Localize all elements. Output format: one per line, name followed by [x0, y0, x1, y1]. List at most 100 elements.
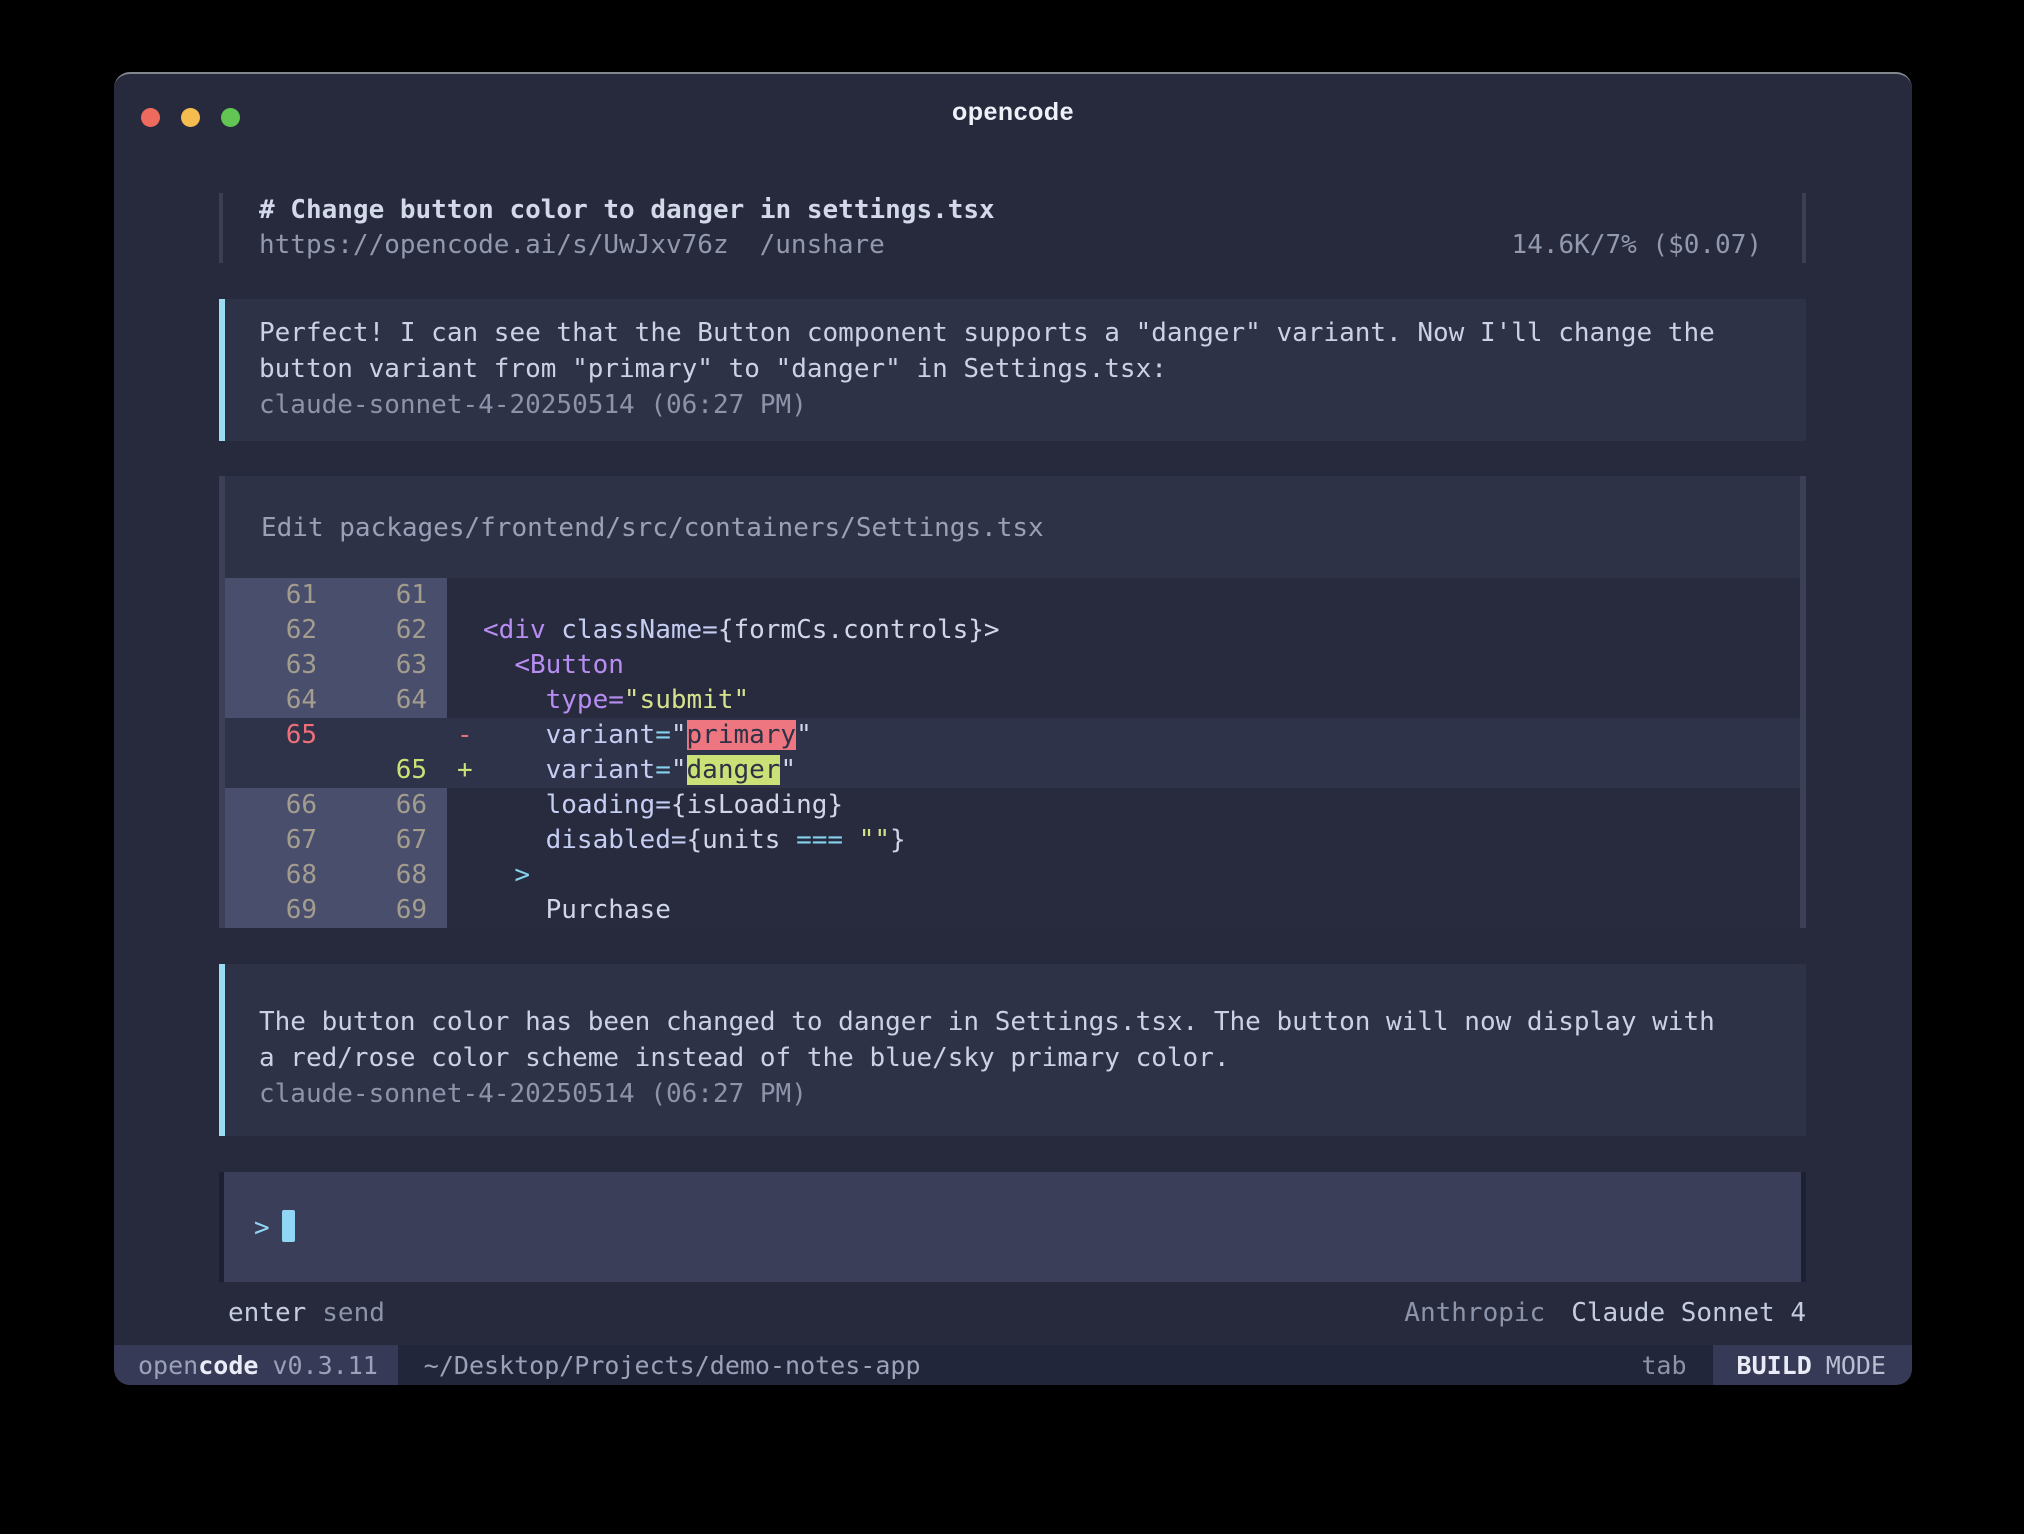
- diff-sign: [447, 683, 483, 718]
- code-segment: ": [780, 755, 796, 785]
- close-button[interactable]: [141, 108, 160, 127]
- diff-new-line-number: 61: [317, 578, 427, 613]
- code-segment: "": [859, 825, 890, 855]
- code-segment: [483, 895, 546, 925]
- diff-code-cell: <Button: [447, 648, 1800, 683]
- model-name: Claude Sonnet 4: [1571, 1298, 1806, 1328]
- send-action-hint: send: [322, 1298, 385, 1328]
- diff-new-line-number: 63: [317, 648, 427, 683]
- diff-gutter: 6464: [225, 683, 447, 718]
- code-segment: [483, 860, 514, 890]
- working-directory: ~/Desktop/Projects/demo-notes-app: [424, 1351, 921, 1380]
- diff-code-cell: [447, 578, 1800, 613]
- code-segment: [483, 650, 514, 680]
- code-segment: {isLoading}: [671, 790, 843, 820]
- session-title: # Change button color to danger in setti…: [259, 193, 1762, 228]
- diff-sign: -: [447, 718, 483, 753]
- diff-gutter: 6969: [225, 893, 447, 928]
- assistant-message-meta: claude-sonnet-4-20250514 (06:27 PM): [259, 387, 1776, 423]
- session-subheader: https://opencode.ai/s/UwJxv76z /unshare …: [259, 228, 1762, 263]
- diff-code-cell: <div className={formCs.controls}>: [447, 613, 1800, 648]
- app-name-bold: code: [198, 1351, 258, 1380]
- diff-code-cell: loading={isLoading}: [447, 788, 1800, 823]
- diff-sign: [447, 858, 483, 893]
- code-segment: loading=: [546, 790, 671, 820]
- diff-gutter: 6161: [225, 578, 447, 613]
- share-url-link[interactable]: https://opencode.ai/s/UwJxv76z: [259, 228, 729, 263]
- diff-code-cell: - variant="primary": [447, 718, 1800, 753]
- diff-row: 6969 Purchase: [225, 893, 1800, 928]
- diff-old-line-number: 68: [225, 858, 317, 893]
- code-segment: ": [796, 720, 812, 750]
- diff-row: 65- variant="primary": [225, 718, 1800, 753]
- diff-new-line-number: 66: [317, 788, 427, 823]
- diff-code-line: Purchase: [483, 893, 671, 928]
- diff-row: 6363 <Button: [225, 648, 1800, 683]
- code-segment: [483, 755, 546, 785]
- code-segment: variant: [546, 720, 656, 750]
- code-segment: [483, 790, 546, 820]
- code-segment: ===: [796, 825, 843, 855]
- code-segment: =: [655, 755, 671, 785]
- prompt-input[interactable]: >: [219, 1172, 1806, 1282]
- code-segment: }: [890, 825, 906, 855]
- code-segment: variant: [546, 755, 656, 785]
- diff-old-line-number: [225, 753, 317, 788]
- zoom-button[interactable]: [221, 108, 240, 127]
- assistant-message: The button color has been changed to dan…: [219, 964, 1806, 1136]
- opencode-window: opencode # Change button color to danger…: [114, 72, 1912, 1385]
- title-bar: opencode: [114, 74, 1912, 136]
- code-segment: type=: [546, 685, 624, 715]
- code-segment: Purchase: [546, 895, 671, 925]
- text-cursor: [282, 1210, 295, 1242]
- diff-old-line-number: 61: [225, 578, 317, 613]
- session-header: # Change button color to danger in setti…: [219, 193, 1806, 263]
- app-version: v0.3.11: [272, 1351, 377, 1380]
- diff-new-line-number: 69: [317, 893, 427, 928]
- diff-old-line-number: 66: [225, 788, 317, 823]
- diff-code-line: variant="danger": [483, 753, 796, 788]
- diff-code-line: variant="primary": [483, 718, 812, 753]
- context-token-stats: 14.6K/7% ($0.07): [1512, 228, 1762, 263]
- code-segment: {units: [687, 825, 797, 855]
- tab-key-hint[interactable]: tab: [1641, 1351, 1686, 1380]
- hint-row: enter send Anthropic Claude Sonnet 4: [219, 1298, 1806, 1328]
- diff-code-cell: Purchase: [447, 893, 1800, 928]
- code-segment: =: [655, 720, 671, 750]
- assistant-message-text: The button color has been changed to dan…: [259, 1004, 1776, 1076]
- assistant-message: Perfect! I can see that the Button compo…: [219, 299, 1806, 441]
- status-bar: opencode v0.3.11 ~/Desktop/Projects/demo…: [114, 1345, 1912, 1385]
- diff-code-line: disabled={units === ""}: [483, 823, 906, 858]
- diff-gutter: 65: [225, 718, 447, 753]
- diff-code-cell: disabled={units === ""}: [447, 823, 1800, 858]
- diff-sign: [447, 648, 483, 683]
- code-segment: >: [514, 860, 530, 890]
- diff-row: 6767 disabled={units === ""}: [225, 823, 1800, 858]
- edit-diff-panel: Edit packages/frontend/src/containers/Se…: [219, 476, 1806, 928]
- diff-gutter: 6363: [225, 648, 447, 683]
- diff-row: 6161: [225, 578, 1800, 613]
- diff-sign: +: [447, 753, 483, 788]
- diff-code-cell: >: [447, 858, 1800, 893]
- session-header-main: # Change button color to danger in setti…: [259, 193, 1762, 263]
- diff-sign: [447, 613, 483, 648]
- diff-row: 65+ variant="danger": [225, 753, 1800, 788]
- diff-code-cell: type="submit": [447, 683, 1800, 718]
- traffic-lights: [141, 108, 240, 127]
- diff-gutter: 6767: [225, 823, 447, 858]
- diff-code-line: type="submit": [483, 683, 749, 718]
- diff-gutter: 6868: [225, 858, 447, 893]
- code-segment: [843, 825, 859, 855]
- code-segment: "submit": [624, 685, 749, 715]
- diff-table: 61616262<div className={formCs.controls}…: [225, 578, 1800, 928]
- diff-row: 6868 >: [225, 858, 1800, 893]
- enter-key-hint: enter: [228, 1298, 306, 1328]
- code-segment: className=: [561, 615, 718, 645]
- minimize-button[interactable]: [181, 108, 200, 127]
- unshare-command[interactable]: /unshare: [760, 228, 885, 263]
- window-title: opencode: [114, 74, 1912, 127]
- assistant-message-meta: claude-sonnet-4-20250514 (06:27 PM): [259, 1076, 1776, 1112]
- code-segment: disabled=: [546, 825, 687, 855]
- code-segment: {formCs.controls}>: [718, 615, 1000, 645]
- diff-new-line-number: 68: [317, 858, 427, 893]
